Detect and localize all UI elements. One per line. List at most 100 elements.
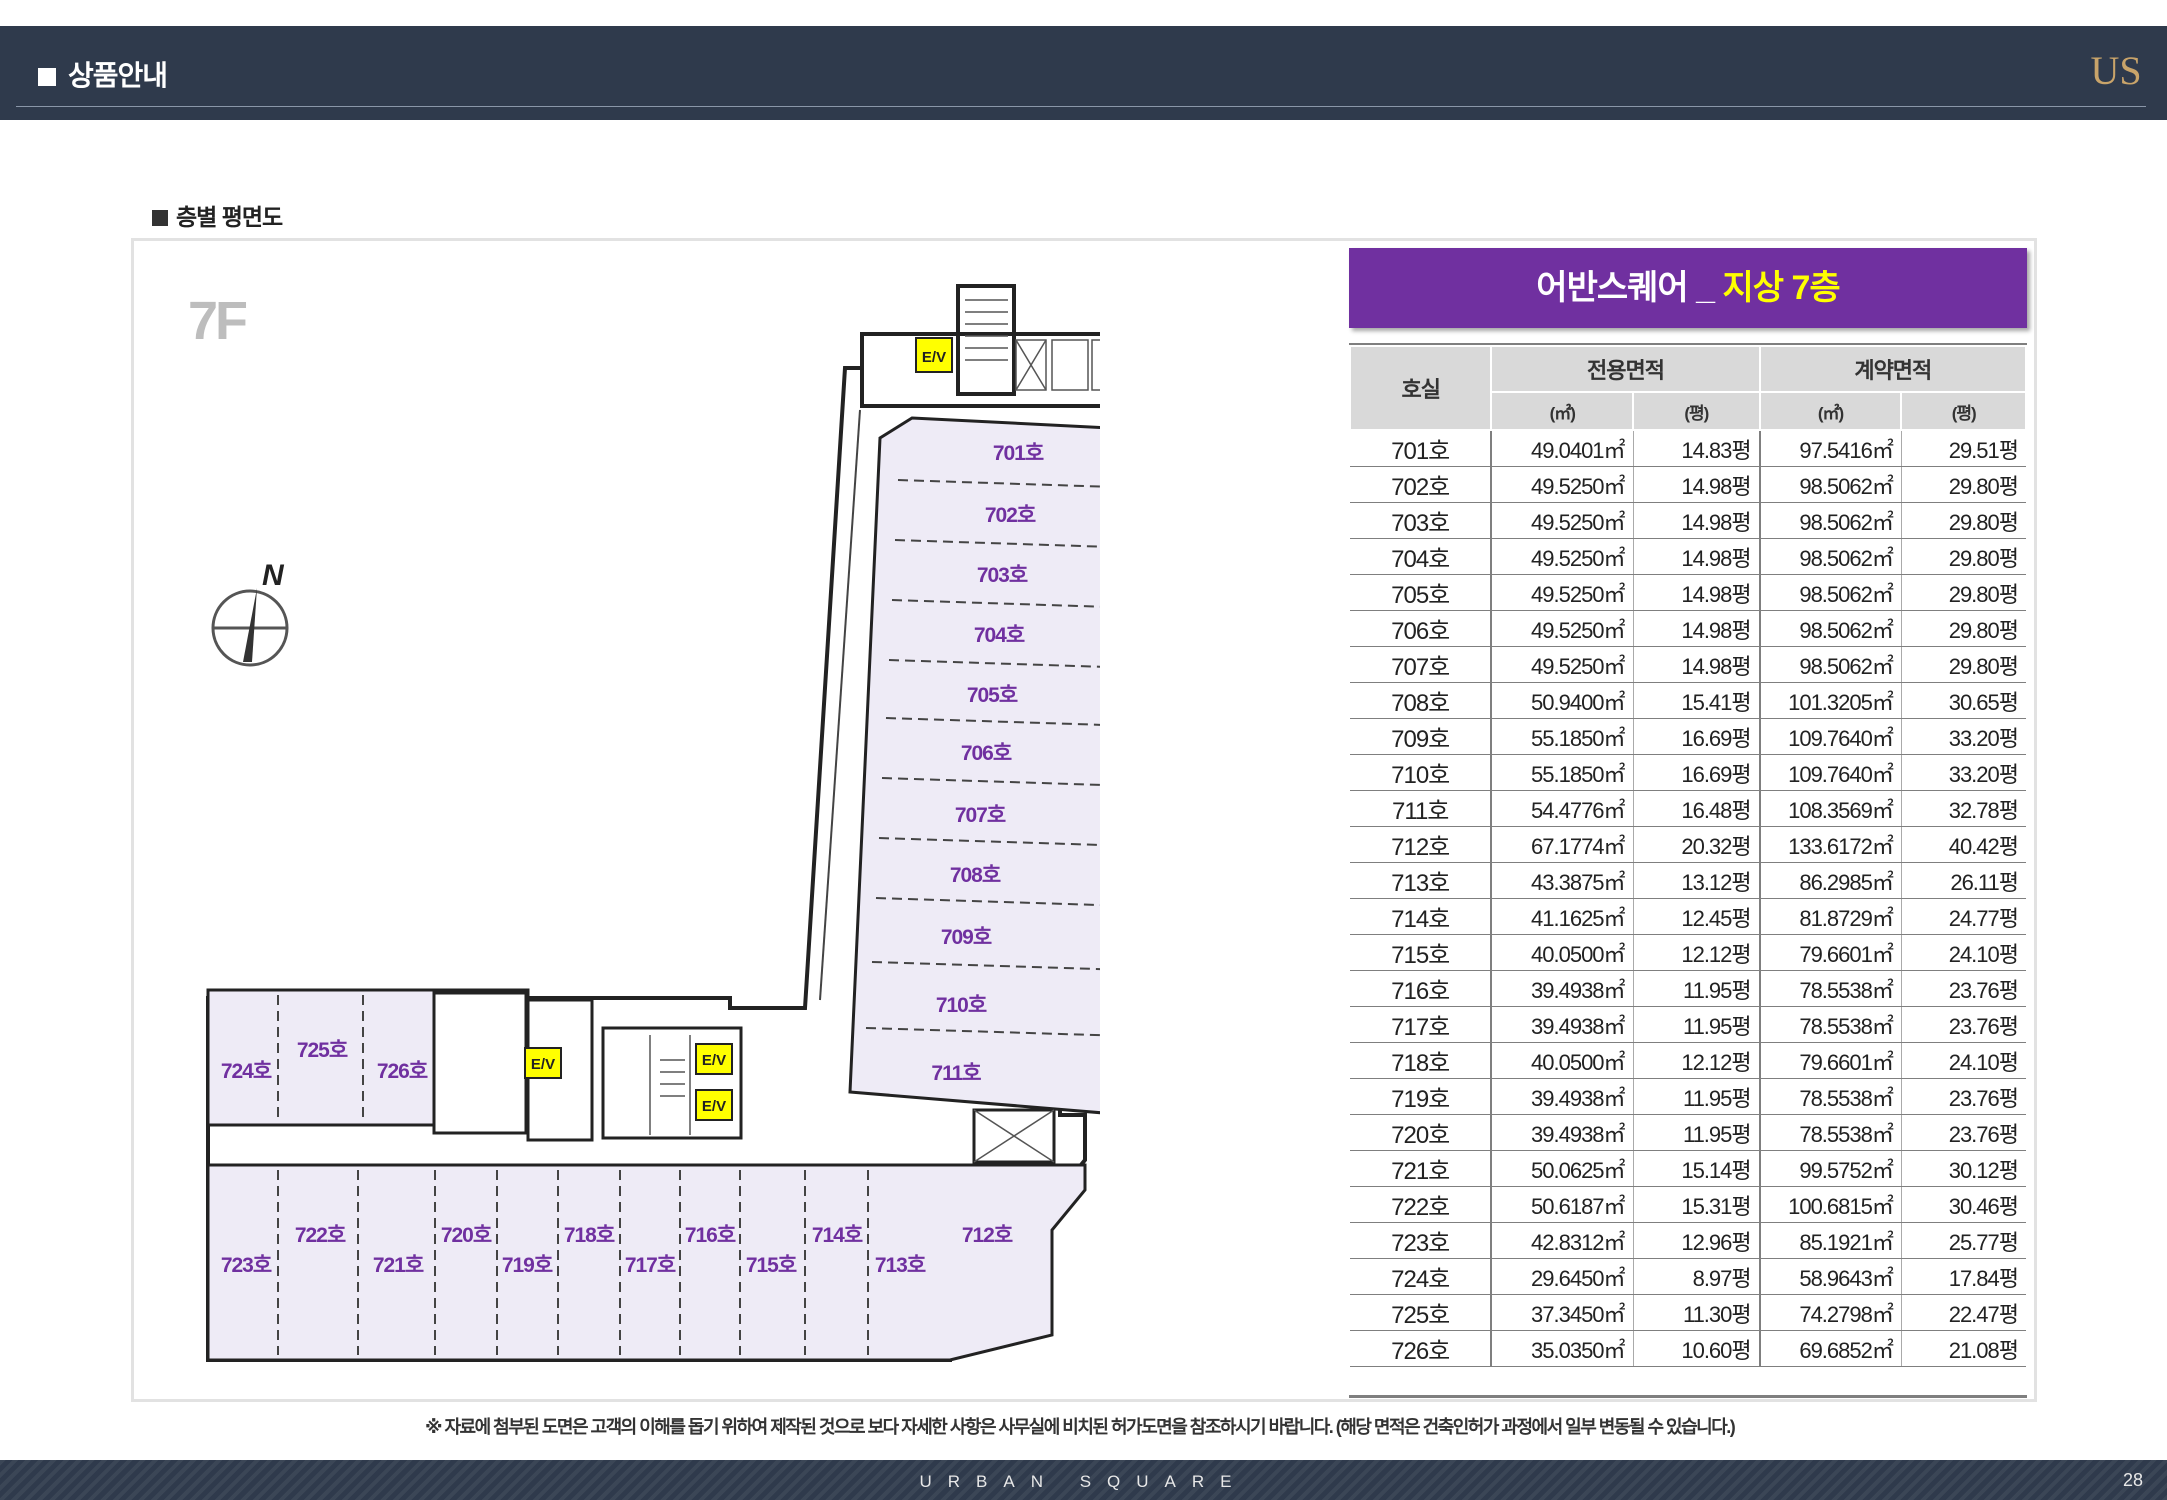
- contract-pyeong-cell: 33.20평: [1900, 718, 2026, 755]
- exclusive-m2-cell: 49.0401㎡: [1490, 430, 1634, 467]
- exclusive-pyeong-cell: 13.12평: [1632, 862, 1760, 899]
- unit-cell: 717호: [1350, 1006, 1492, 1043]
- table-title: 어반스퀘어 _ 지상 7층: [1349, 248, 2027, 328]
- exclusive-pyeong-cell: 16.69평: [1632, 754, 1760, 791]
- footnote: ※ 자료에 첨부된 도면은 고객의 이해를 돕기 위하여 제작된 것으로 보다 …: [425, 1417, 1736, 1437]
- unit-label: 726호: [377, 1060, 428, 1083]
- unit-label: 717호: [625, 1254, 676, 1277]
- table-row: 704호 49.5250㎡ 14.98평 98.5062㎡ 29.80평: [1350, 538, 2026, 575]
- unit-label: 719호: [502, 1254, 553, 1277]
- unit-label: 724호: [221, 1060, 272, 1083]
- unit-cell: 724호: [1350, 1258, 1492, 1295]
- table-row: 712호 67.1774㎡ 20.32평 133.6172㎡ 40.42평: [1350, 826, 2026, 863]
- unit-cell: 718호: [1350, 1042, 1492, 1079]
- contract-m2-cell: 108.3569㎡: [1758, 790, 1902, 827]
- exclusive-m2-cell: 54.4776㎡: [1490, 790, 1634, 827]
- header-exclusive-area: 전용면적: [1490, 345, 1761, 393]
- unit-cell: 711호: [1350, 790, 1492, 827]
- exclusive-pyeong-cell: 15.14평: [1632, 1150, 1760, 1187]
- unit-label: 713호: [875, 1254, 926, 1277]
- unit-cell: 703호: [1350, 502, 1492, 539]
- header-pyeong: (평): [1900, 391, 2027, 431]
- exclusive-pyeong-cell: 14.98평: [1632, 646, 1760, 683]
- contract-pyeong-cell: 30.12평: [1900, 1150, 2026, 1187]
- exclusive-pyeong-cell: 14.83평: [1632, 430, 1760, 467]
- exclusive-pyeong-cell: 11.30평: [1632, 1294, 1760, 1331]
- core-top: [845, 284, 1100, 396]
- exclusive-pyeong-cell: 14.98평: [1632, 502, 1760, 539]
- logo-text: US: [2091, 48, 2141, 93]
- contract-m2-cell: 78.5538㎡: [1758, 1006, 1902, 1043]
- header-m2: (㎡): [1490, 391, 1635, 431]
- unit-cell: 705호: [1350, 574, 1492, 611]
- table-row: 710호 55.1850㎡ 16.69평 109.7640㎡ 33.20평: [1350, 754, 2026, 791]
- contract-m2-cell: 133.6172㎡: [1758, 826, 1902, 863]
- table-row: 705호 49.5250㎡ 14.98평 98.5062㎡ 29.80평: [1350, 574, 2026, 611]
- header-pyeong: (평): [1632, 391, 1761, 431]
- unit-label: 704호: [974, 624, 1025, 647]
- exclusive-pyeong-cell: 14.98평: [1632, 466, 1760, 503]
- exclusive-m2-cell: 39.4938㎡: [1490, 1006, 1634, 1043]
- table-row: 721호 50.0625㎡ 15.14평 99.5752㎡ 30.12평: [1350, 1150, 2026, 1187]
- unit-cell: 704호: [1350, 538, 1492, 575]
- contract-m2-cell: 86.2985㎡: [1758, 862, 1902, 899]
- unit-cell: 719호: [1350, 1078, 1492, 1115]
- contract-pyeong-cell: 23.76평: [1900, 1078, 2026, 1115]
- contract-m2-cell: 100.6815㎡: [1758, 1186, 1902, 1223]
- header-unit: 호실: [1348, 345, 1493, 431]
- contract-m2-cell: 78.5538㎡: [1758, 1078, 1902, 1115]
- unit-label: 712호: [962, 1224, 1013, 1247]
- exclusive-m2-cell: 50.6187㎡: [1490, 1186, 1634, 1223]
- contract-pyeong-cell: 22.47평: [1900, 1294, 2026, 1331]
- square-bullet-icon: [152, 210, 168, 226]
- exclusive-m2-cell: 50.9400㎡: [1490, 682, 1634, 719]
- north-label: N: [262, 559, 285, 592]
- exclusive-m2-cell: 39.4938㎡: [1490, 1078, 1634, 1115]
- header-title-text: 상품안내: [68, 60, 168, 91]
- unit-label: 716호: [685, 1224, 736, 1247]
- footer-brand: URBAN SQUARE: [919, 1472, 1248, 1491]
- contract-m2-cell: 85.1921㎡: [1758, 1222, 1902, 1259]
- table-title-prefix: 어반스퀘어 _: [1536, 269, 1723, 307]
- contract-m2-cell: 109.7640㎡: [1758, 718, 1902, 755]
- contract-m2-cell: 98.5062㎡: [1758, 610, 1902, 647]
- table-title-highlight: 지상 7층: [1722, 269, 1841, 307]
- contract-m2-cell: 98.5062㎡: [1758, 538, 1902, 575]
- contract-pyeong-cell: 24.10평: [1900, 1042, 2026, 1079]
- unit-label: 703호: [977, 564, 1028, 587]
- exclusive-m2-cell: 39.4938㎡: [1490, 1114, 1634, 1151]
- contract-pyeong-cell: 25.77평: [1900, 1222, 2026, 1259]
- header-title: 상품안내: [38, 54, 168, 94]
- exclusive-m2-cell: 49.5250㎡: [1490, 574, 1634, 611]
- square-bullet-icon: [38, 68, 56, 86]
- unit-cell: 721호: [1350, 1150, 1492, 1187]
- contract-pyeong-cell: 29.80평: [1900, 466, 2026, 503]
- contract-pyeong-cell: 26.11평: [1900, 862, 2026, 899]
- unit-cell: 720호: [1350, 1114, 1492, 1151]
- table-row: 723호 42.8312㎡ 12.96평 85.1921㎡ 25.77평: [1350, 1222, 2026, 1259]
- contract-m2-cell: 78.5538㎡: [1758, 970, 1902, 1007]
- contract-pyeong-cell: 32.78평: [1900, 790, 2026, 827]
- unit-cell: 716호: [1350, 970, 1492, 1007]
- exclusive-pyeong-cell: 12.12평: [1632, 1042, 1760, 1079]
- north-compass-icon: N: [211, 559, 289, 667]
- table-row: 714호 41.1625㎡ 12.45평 81.8729㎡ 24.77평: [1350, 898, 2026, 935]
- exclusive-m2-cell: 40.0500㎡: [1490, 934, 1634, 971]
- table-row: 701호 49.0401㎡ 14.83평 97.5416㎡ 29.51평: [1350, 430, 2026, 467]
- contract-pyeong-cell: 29.80평: [1900, 610, 2026, 647]
- unit-cell: 708호: [1350, 682, 1492, 719]
- exclusive-m2-cell: 37.3450㎡: [1490, 1294, 1634, 1331]
- table-row: 711호 54.4776㎡ 16.48평 108.3569㎡ 32.78평: [1350, 790, 2026, 827]
- unit-cell: 701호: [1350, 430, 1492, 467]
- exclusive-m2-cell: 29.6450㎡: [1490, 1258, 1634, 1295]
- unit-cell: 707호: [1350, 646, 1492, 683]
- contract-pyeong-cell: 29.80평: [1900, 538, 2026, 575]
- exclusive-m2-cell: 40.0500㎡: [1490, 1042, 1634, 1079]
- contract-pyeong-cell: 29.51평: [1900, 430, 2026, 467]
- table-row: 716호 39.4938㎡ 11.95평 78.5538㎡ 23.76평: [1350, 970, 2026, 1007]
- header-divider: [16, 106, 2146, 107]
- unit-cell: 702호: [1350, 466, 1492, 503]
- unit-cell: 715호: [1350, 934, 1492, 971]
- exclusive-m2-cell: 49.5250㎡: [1490, 610, 1634, 647]
- table-bottom-rule: [1349, 1395, 2027, 1398]
